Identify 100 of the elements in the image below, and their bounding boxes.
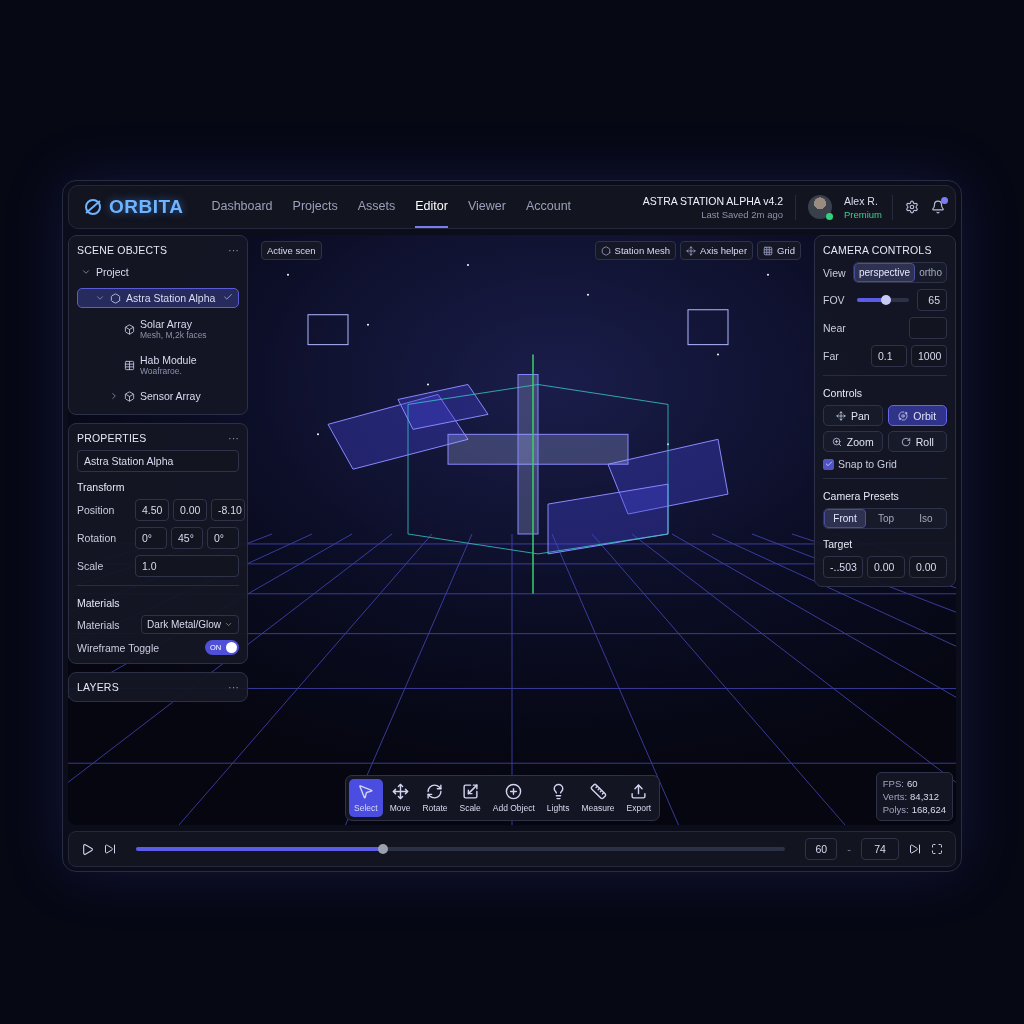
user-name: Alex R. bbox=[844, 194, 879, 207]
frame-field[interactable]: 60 bbox=[805, 838, 838, 860]
tree-item[interactable]: Hab Module Woafraroe. bbox=[77, 350, 239, 380]
control-button[interactable]: Zoom bbox=[823, 431, 883, 452]
field-label: Wireframe Toggle bbox=[77, 641, 160, 654]
skip-end-button[interactable] bbox=[909, 843, 921, 855]
item-label: Hab Module bbox=[140, 354, 197, 366]
number-field[interactable]: 1000 bbox=[911, 345, 947, 367]
item-label: Project bbox=[96, 266, 129, 278]
end-frame-field[interactable]: 74 bbox=[861, 838, 899, 860]
number-field[interactable]: 0° bbox=[207, 527, 239, 549]
active-scene-chip[interactable]: Active scen bbox=[261, 241, 322, 260]
tree-item[interactable]: Sensor Array bbox=[77, 386, 239, 406]
section-heading: Target bbox=[823, 538, 854, 550]
snap-checkbox[interactable] bbox=[823, 458, 834, 470]
section-heading: Controls bbox=[823, 387, 864, 399]
tool-button[interactable]: Lights bbox=[541, 779, 575, 817]
number-field[interactable]: 0.00 bbox=[909, 556, 947, 578]
notifications-button[interactable] bbox=[931, 200, 945, 214]
item-label: Astra Station Alpha bbox=[126, 292, 216, 304]
fullscreen-button[interactable] bbox=[931, 843, 943, 855]
viewport-chip[interactable]: Station Mesh bbox=[594, 241, 677, 260]
tool-button[interactable]: Select bbox=[349, 779, 383, 817]
preset-option[interactable]: Top bbox=[866, 509, 906, 528]
play-button[interactable] bbox=[81, 842, 94, 856]
logo-text: ORBITA bbox=[109, 196, 184, 218]
settings-icon bbox=[905, 200, 919, 214]
fov-slider[interactable] bbox=[857, 298, 909, 302]
plus-circle-icon bbox=[505, 783, 523, 800]
range-separator: - bbox=[847, 843, 851, 855]
move-icon bbox=[391, 783, 409, 800]
control-button[interactable]: Orbit bbox=[887, 405, 947, 426]
bell-icon bbox=[931, 200, 945, 214]
material-dropdown[interactable]: Dark Metal/Glow bbox=[141, 615, 239, 634]
tree-item[interactable]: Solar Array Mesh, M,2k faces bbox=[77, 314, 239, 344]
number-field[interactable]: -8.10 bbox=[211, 499, 245, 521]
stat-label: FPS: bbox=[882, 778, 904, 789]
play-icon bbox=[81, 842, 94, 856]
tool-button[interactable]: Scale bbox=[454, 779, 486, 817]
more-menu[interactable]: ··· bbox=[228, 244, 239, 256]
nav-link[interactable]: Projects bbox=[292, 186, 338, 228]
field-label: FOV bbox=[823, 294, 846, 306]
number-field[interactable]: 45° bbox=[171, 527, 203, 549]
field-label: Far bbox=[823, 350, 840, 362]
panel-title: LAYERS bbox=[77, 681, 119, 693]
number-field[interactable]: 0.00 bbox=[867, 556, 905, 578]
panel-title: SCENE OBJECTS bbox=[77, 244, 168, 256]
grid-icon bbox=[763, 245, 774, 256]
number-field[interactable]: 0° bbox=[135, 527, 167, 549]
more-menu[interactable]: ··· bbox=[228, 432, 239, 444]
tool-button[interactable]: Add Object bbox=[487, 779, 540, 817]
nav-link[interactable]: Dashboard bbox=[211, 186, 273, 228]
upload-icon bbox=[630, 783, 648, 800]
nav-link[interactable]: Editor bbox=[415, 186, 448, 228]
rotate-icon bbox=[900, 436, 911, 447]
control-button[interactable]: Pan bbox=[823, 405, 883, 426]
tool-button[interactable]: Measure bbox=[576, 779, 620, 817]
timeline-scrubber[interactable] bbox=[136, 847, 786, 851]
viewport-chip[interactable]: Axis helper bbox=[680, 241, 754, 260]
number-field[interactable]: 4.50 bbox=[135, 499, 169, 521]
avatar[interactable] bbox=[808, 195, 832, 219]
tool-button[interactable]: Export bbox=[621, 779, 657, 817]
view-option[interactable]: ortho bbox=[915, 263, 946, 282]
tree-item[interactable]: Project bbox=[77, 262, 239, 282]
name-field[interactable]: Astra Station Alpha bbox=[77, 450, 239, 472]
view-option[interactable]: perspective bbox=[854, 263, 916, 282]
viewport-chip[interactable]: Grid bbox=[757, 241, 801, 260]
nav-link[interactable]: Account bbox=[525, 186, 572, 228]
tool-button[interactable]: Rotate bbox=[417, 779, 453, 817]
scale-icon bbox=[461, 783, 479, 800]
tree-item[interactable]: Astra Station Alpha bbox=[77, 288, 239, 308]
control-button[interactable]: Roll bbox=[887, 431, 947, 452]
number-field[interactable]: 0.1 bbox=[871, 345, 907, 367]
stat-label: Verts: bbox=[882, 791, 908, 802]
number-field[interactable]: 65 bbox=[917, 289, 947, 311]
nav-link[interactable]: Viewer bbox=[467, 186, 506, 228]
project-title: ASTRA STATION ALPHA v4.2 bbox=[642, 194, 783, 207]
input-field[interactable] bbox=[909, 317, 947, 339]
field-label: Rotation bbox=[77, 532, 118, 544]
step-forward-button[interactable] bbox=[104, 843, 116, 855]
number-field[interactable]: 0.00 bbox=[173, 499, 207, 521]
chevron-down-icon bbox=[224, 620, 233, 629]
checkbox-label: Snap to Grid bbox=[838, 458, 897, 470]
field-label: Scale bbox=[77, 560, 105, 572]
check-icon bbox=[223, 292, 233, 302]
number-field[interactable]: -..503 bbox=[823, 556, 863, 578]
more-menu[interactable]: ··· bbox=[228, 681, 239, 693]
tool-button[interactable]: Move bbox=[384, 779, 416, 817]
item-subtitle: Mesh, M,2k faces bbox=[140, 330, 207, 340]
number-field[interactable]: 1.0 bbox=[135, 555, 239, 577]
section-heading: Materials bbox=[77, 597, 121, 609]
user-plan: Premium bbox=[844, 208, 882, 220]
skip-forward-icon bbox=[909, 843, 921, 855]
nav-link[interactable]: Assets bbox=[357, 186, 396, 228]
section-heading: Camera Presets bbox=[823, 490, 900, 502]
field-label: Position bbox=[77, 504, 116, 516]
settings-button[interactable] bbox=[905, 200, 919, 214]
preset-option[interactable]: Front bbox=[824, 509, 866, 528]
preset-option[interactable]: Iso bbox=[906, 509, 946, 528]
stat-value: 60 bbox=[906, 778, 918, 789]
